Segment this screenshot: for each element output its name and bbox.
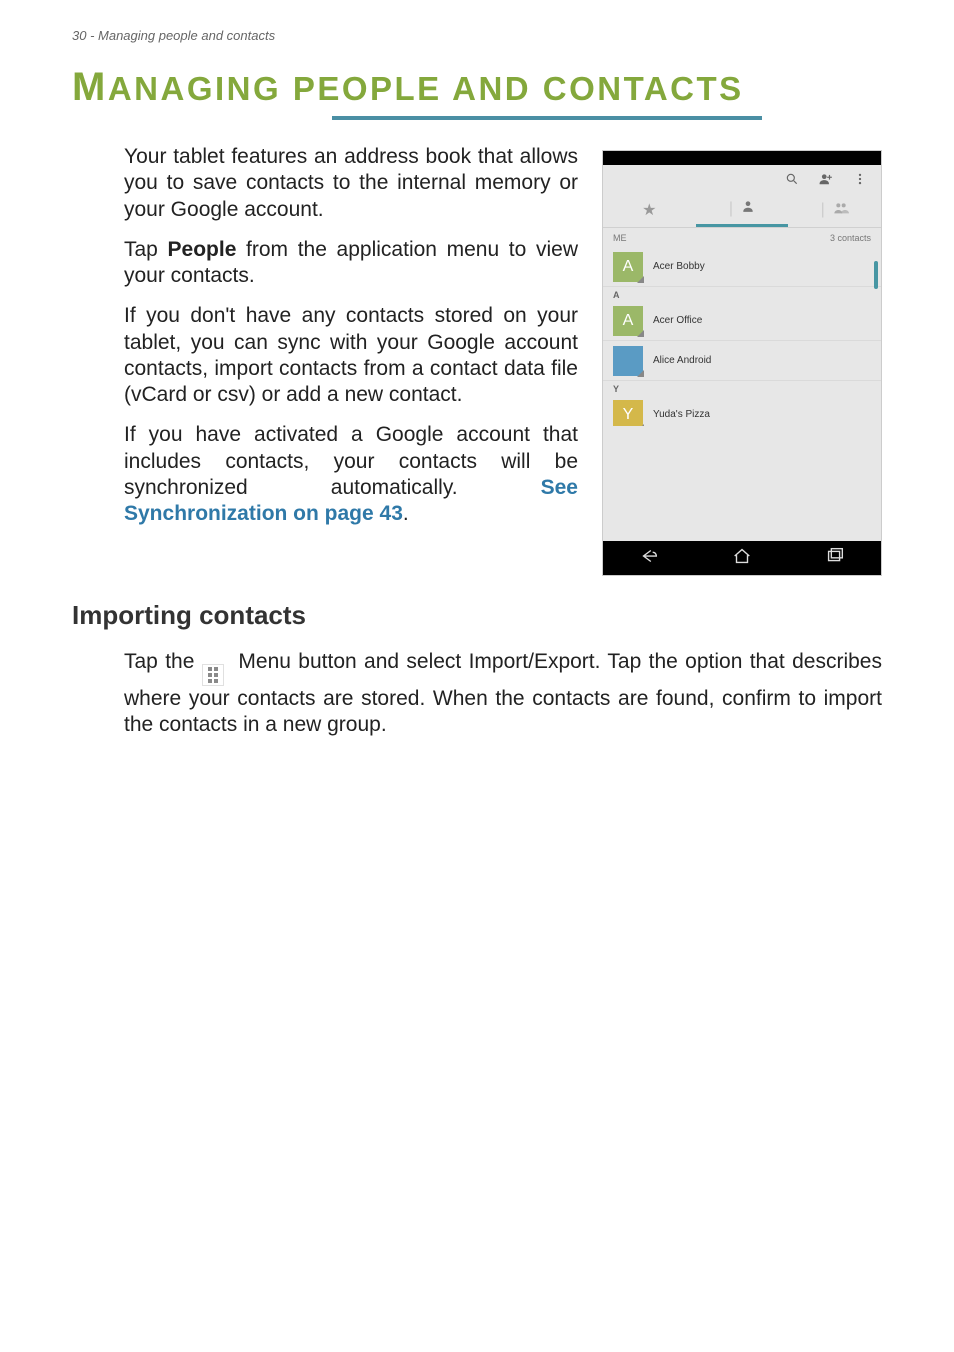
list-empty-area <box>603 426 881 541</box>
contacts-list: A Acer Bobby A A Acer Office Alice Andro… <box>603 247 881 435</box>
group-icon <box>833 200 849 221</box>
back-icon[interactable] <box>638 545 660 572</box>
add-contact-icon[interactable] <box>819 172 833 186</box>
list-item[interactable]: A Acer Bobby <box>603 247 881 287</box>
page-header: 30 - Managing people and contacts <box>72 28 882 43</box>
page-title: MANAGING PEOPLE AND CONTACTS <box>72 65 882 110</box>
list-item[interactable]: A Acer Office <box>603 301 881 341</box>
me-label: ME <box>613 233 627 243</box>
contact-count: 3 contacts <box>830 233 871 243</box>
section-header-a: A <box>603 287 881 301</box>
avatar-badge <box>637 276 644 283</box>
importing-contacts-heading: Importing contacts <box>72 600 882 631</box>
tab-favorites[interactable]: ★ <box>603 193 696 227</box>
contact-name: Acer Bobby <box>653 261 705 272</box>
home-icon[interactable] <box>731 545 753 572</box>
title-underline <box>332 116 762 120</box>
paragraph-3: If you don't have any contacts stored on… <box>72 303 578 408</box>
list-item[interactable]: Alice Android <box>603 341 881 381</box>
person-icon <box>741 199 755 218</box>
contact-name: Yuda's Pizza <box>653 409 710 420</box>
star-icon: ★ <box>642 200 656 220</box>
status-bar <box>603 151 881 165</box>
title-rest: ANAGING PEOPLE AND CONTACTS <box>108 70 744 107</box>
p5-menu-label: Menu <box>238 650 291 673</box>
p5-bold: Import/Export <box>469 650 595 673</box>
p4-post: . <box>403 502 409 525</box>
paragraph-1: Your tablet features an address book tha… <box>72 144 578 223</box>
nav-bar <box>603 541 881 575</box>
overflow-menu-icon[interactable] <box>853 172 867 186</box>
avatar-badge <box>637 330 644 337</box>
contacts-app-screenshot: ★ | | ME 3 contacts A Acer Bobby A <box>602 150 882 576</box>
avatar-letter: A <box>623 258 634 276</box>
p5-mid: button and select <box>291 650 469 673</box>
contact-name: Alice Android <box>653 355 711 366</box>
app-top-bar <box>603 165 881 193</box>
paragraph-4: If you have activated a Google account t… <box>72 422 578 527</box>
contact-name: Acer Office <box>653 315 702 326</box>
section-header-y: Y <box>603 381 881 395</box>
tab-all-contacts[interactable]: | <box>696 193 789 227</box>
paragraph-2: Tap People from the application menu to … <box>72 237 578 290</box>
tab-sep2: | <box>821 201 825 219</box>
p5-pre: Tap the <box>124 650 202 673</box>
p4-pre: If you have activated a Google account t… <box>124 423 578 499</box>
p2-pre: Tap <box>124 238 168 261</box>
avatar: A <box>613 306 643 336</box>
avatar: A <box>613 252 643 282</box>
avatar <box>613 346 643 376</box>
avatar-letter: Y <box>623 406 634 424</box>
contacts-tabs: ★ | | <box>603 193 881 227</box>
search-icon[interactable] <box>785 172 799 186</box>
scroll-indicator <box>874 261 878 289</box>
avatar-badge <box>637 370 644 377</box>
paragraph-5: Tap the Menu button and select Import/Ex… <box>72 649 882 739</box>
recent-apps-icon[interactable] <box>824 545 846 572</box>
me-section-header: ME 3 contacts <box>603 227 881 247</box>
menu-icon <box>202 664 224 686</box>
title-first-letter: M <box>72 65 108 109</box>
p2-bold: People <box>168 238 237 261</box>
avatar: Y <box>613 400 643 430</box>
tab-groups[interactable]: | <box>788 193 881 227</box>
avatar-letter: A <box>623 312 634 330</box>
tab-sep: | <box>729 200 733 218</box>
